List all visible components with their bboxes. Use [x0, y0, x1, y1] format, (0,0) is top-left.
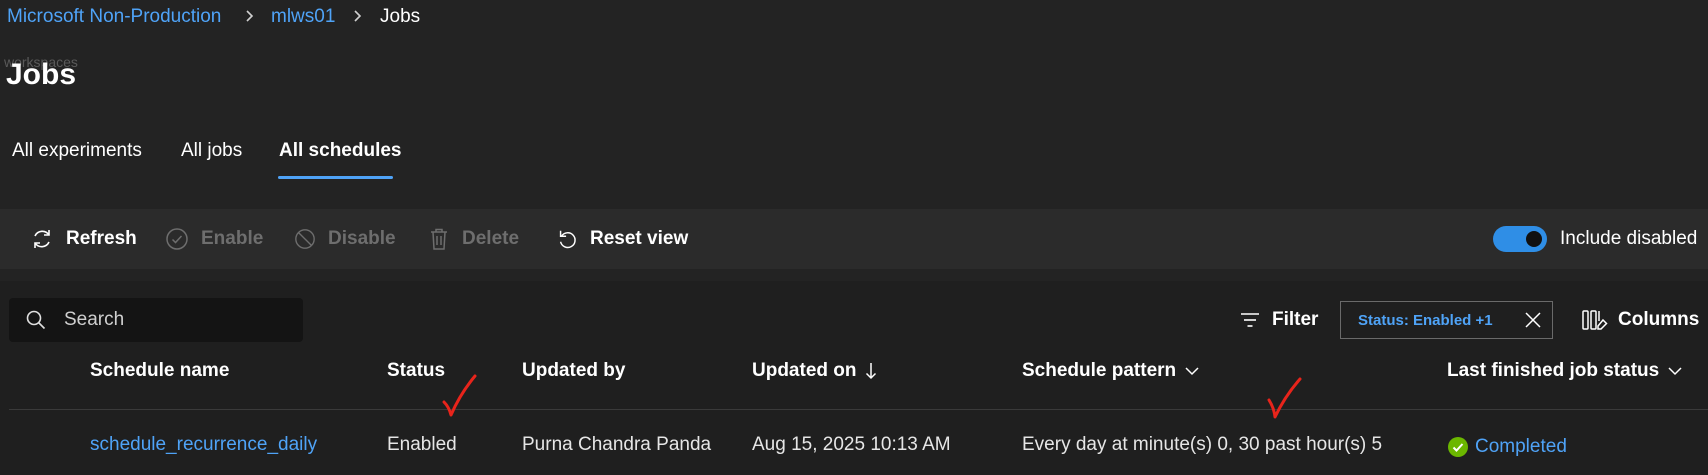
breadcrumb-item-current: Jobs — [380, 6, 421, 27]
include-disabled-toggle[interactable] — [1493, 226, 1547, 252]
chevron-down-icon — [1668, 367, 1682, 376]
check-circle-icon — [166, 228, 188, 250]
tab-all-jobs[interactable]: All jobs — [181, 140, 242, 162]
column-header-last-finished-job-status[interactable]: Last finished job status — [1447, 353, 1683, 389]
refresh-icon — [34, 230, 50, 248]
filter-label: Filter — [1272, 309, 1319, 330]
schedule-pattern-cell: Every day at minute(s) 0, 30 past hour(s… — [1022, 434, 1383, 455]
column-header-updated-on[interactable]: Updated on — [752, 353, 877, 389]
block-icon — [295, 229, 315, 249]
columns-button[interactable]: Columns — [1582, 300, 1699, 340]
refresh-label: Refresh — [66, 228, 137, 249]
schedule-name-link[interactable]: schedule_recurrence_daily — [90, 427, 317, 463]
last-job-status-cell: Completed — [1447, 429, 1567, 465]
reset-view-label: Reset view — [590, 228, 689, 249]
undo-icon — [559, 230, 576, 249]
search-icon — [26, 310, 46, 330]
enable-label: Enable — [201, 228, 264, 249]
breadcrumb-item-directory[interactable]: Microsoft Non-Production — [7, 6, 221, 28]
column-header-label: Last finished job status — [1447, 360, 1660, 381]
header-divider — [9, 409, 1708, 410]
include-disabled-label: Include disabled — [1560, 228, 1698, 249]
tab-all-experiments[interactable]: All experiments — [12, 140, 142, 162]
success-check-icon — [1448, 437, 1468, 457]
chevron-down-icon — [1185, 367, 1199, 376]
schedules-grid: Filter Status: Enabled +1 Columns Schedu… — [0, 281, 1708, 475]
updated-by-cell: Purna Chandra Panda — [522, 434, 712, 455]
sort-descending-icon — [865, 363, 876, 380]
delete-button[interactable]: Delete — [428, 209, 519, 269]
annotation-checkmark — [442, 374, 477, 417]
delete-label: Delete — [462, 228, 520, 249]
toggle-knob — [1526, 231, 1542, 247]
column-header-updated-by[interactable]: Updated by — [522, 353, 625, 389]
column-header-schedule-pattern[interactable]: Schedule pattern — [1022, 353, 1200, 389]
command-toolbar: Refresh Enable Disable Delete Reset view… — [0, 209, 1708, 269]
chevron-right-icon — [244, 5, 256, 32]
updated-on-cell: Aug 15, 2025 10:13 AM — [752, 434, 951, 455]
tab-all-schedules[interactable]: All schedules — [279, 140, 402, 162]
filter-chip-label: Status: Enabled +1 — [1358, 311, 1493, 329]
status-filter-chip[interactable]: Status: Enabled +1 — [1340, 301, 1553, 339]
column-header-schedule-name[interactable]: Schedule name — [90, 353, 229, 389]
status-cell: Enabled — [387, 434, 457, 455]
annotation-checkmark — [1267, 377, 1302, 419]
search-box — [9, 298, 303, 342]
column-header-label: Status — [387, 360, 446, 381]
disable-button[interactable]: Disable — [294, 209, 396, 269]
chevron-right-icon — [352, 5, 364, 32]
enable-button[interactable]: Enable — [165, 209, 263, 269]
filter-button[interactable]: Filter — [1240, 300, 1318, 340]
columns-icon — [1582, 310, 1608, 330]
filter-icon — [1241, 313, 1259, 327]
refresh-button[interactable]: Refresh — [30, 209, 137, 269]
tab-active-indicator — [278, 176, 393, 179]
column-header-label: Schedule name — [90, 360, 230, 381]
column-header-status[interactable]: Status — [387, 353, 445, 389]
trash-icon — [431, 228, 447, 250]
reset-view-button[interactable]: Reset view — [556, 209, 688, 269]
search-input[interactable] — [62, 308, 286, 332]
column-header-label: Updated on — [752, 360, 857, 381]
column-header-label: Updated by — [522, 360, 626, 381]
disable-label: Disable — [328, 228, 396, 249]
column-header-label: Schedule pattern — [1022, 360, 1177, 381]
columns-label: Columns — [1618, 309, 1700, 330]
breadcrumb-item-workspace[interactable]: mlws01 — [271, 6, 335, 28]
page-title: Jobs — [6, 58, 77, 91]
last-job-status-link[interactable]: Completed — [1475, 436, 1567, 458]
close-icon[interactable] — [1524, 311, 1542, 329]
